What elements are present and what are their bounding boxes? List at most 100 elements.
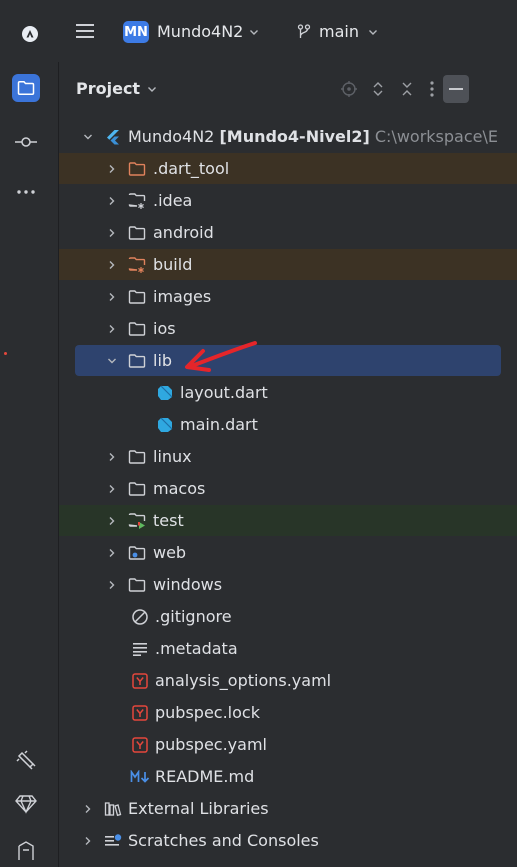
flutter-icon <box>104 128 122 146</box>
tree-item-label: Scratches and Consoles <box>128 831 319 850</box>
commit-icon <box>14 135 38 149</box>
collapse-all-icon[interactable] <box>397 79 417 99</box>
tree-item-pubspec-lock[interactable]: pubspec.lock <box>59 697 517 728</box>
tree-item-images[interactable]: images <box>59 281 517 312</box>
chevron-right-icon[interactable] <box>81 802 95 816</box>
gem-tool-button[interactable] <box>12 790 40 818</box>
tree-item-label: .metadata <box>155 639 238 658</box>
yaml-file-icon <box>131 704 149 722</box>
tree-item-idea[interactable]: .idea <box>59 185 517 216</box>
chevron-right-icon[interactable] <box>105 226 119 240</box>
chevron-right-icon[interactable] <box>105 450 119 464</box>
chevron-right-icon[interactable] <box>105 322 119 336</box>
folder-icon <box>128 224 146 242</box>
tree-item-web[interactable]: web <box>59 537 517 568</box>
tree-item-dart-tool[interactable]: .dart_tool <box>59 153 517 184</box>
tree-item-label: analysis_options.yaml <box>155 671 332 690</box>
commit-tool-button[interactable] <box>12 128 40 156</box>
branch-switcher[interactable]: main <box>297 22 379 41</box>
excluded-folder-icon <box>128 160 146 178</box>
config-folder-icon <box>128 192 146 210</box>
git-icon <box>15 840 37 860</box>
gem-icon <box>15 794 37 814</box>
tree-item-test[interactable]: test <box>59 505 517 536</box>
tree-item-external-libraries[interactable]: External Libraries <box>59 793 517 824</box>
chevron-right-icon[interactable] <box>105 162 119 176</box>
tree-item-label: android <box>153 223 214 242</box>
tree-item-macos[interactable]: macos <box>59 473 517 504</box>
project-switcher[interactable]: Mundo4N2 <box>157 22 260 41</box>
scratches-icon <box>104 832 122 850</box>
tree-item-label: .dart_tool <box>153 159 230 178</box>
app-logo-icon[interactable] <box>22 26 38 42</box>
view-selector[interactable]: Project <box>76 79 158 98</box>
tree-item-gitignore[interactable]: .gitignore <box>59 601 517 632</box>
tree-item-lib[interactable]: lib <box>75 341 501 376</box>
tree-item-label: main.dart <box>180 415 258 434</box>
folder-icon <box>128 576 146 594</box>
plugins-tool-button[interactable] <box>12 746 40 774</box>
yaml-file-icon <box>131 736 149 754</box>
chevron-right-icon[interactable] <box>105 194 119 208</box>
git-tool-button[interactable] <box>12 836 40 864</box>
title-bar: MN Mundo4N2 main <box>0 0 517 62</box>
chevron-right-icon[interactable] <box>105 482 119 496</box>
folder-icon <box>128 352 146 370</box>
root-name: Mundo4N2 <box>128 127 215 146</box>
tree-item-label: External Libraries <box>128 799 269 818</box>
branch-name: main <box>319 22 359 41</box>
tree-item-label: .gitignore <box>155 607 232 626</box>
project-badge[interactable]: MN <box>123 21 149 43</box>
chevron-down-icon <box>248 26 260 38</box>
excluded-config-folder-icon <box>128 256 146 274</box>
chevron-right-icon[interactable] <box>105 290 119 304</box>
folder-icon <box>128 448 146 466</box>
tree-item-label: images <box>153 287 212 306</box>
more-tool-windows-button[interactable] <box>12 178 40 206</box>
root-path: C:\workspace\E <box>374 127 498 146</box>
project-tool-window-button[interactable] <box>12 74 40 102</box>
options-menu-icon[interactable] <box>422 79 442 99</box>
tree-item-label: pubspec.yaml <box>155 735 267 754</box>
tree-item-layout-dart[interactable]: layout.dart <box>59 377 517 408</box>
chevron-right-icon[interactable] <box>105 578 119 592</box>
tree-item-scratches[interactable]: Scratches and Consoles <box>59 825 517 856</box>
tree-item-build[interactable]: build <box>59 249 517 280</box>
chevron-right-icon[interactable] <box>105 514 119 528</box>
tree-item-ios[interactable]: ios <box>59 313 517 344</box>
tree-item-label: README.md <box>155 767 255 786</box>
chevron-right-icon[interactable] <box>105 258 119 272</box>
tree-item-label: web <box>153 543 187 562</box>
tree-item-linux[interactable]: linux <box>59 441 517 472</box>
tree-item-metadata[interactable]: .metadata <box>59 633 517 664</box>
chevron-right-icon[interactable] <box>81 834 95 848</box>
hide-panel-icon[interactable] <box>443 75 469 103</box>
dart-file-icon <box>156 416 174 434</box>
chevron-down-icon[interactable] <box>81 130 95 144</box>
folder-icon <box>128 288 146 306</box>
chevron-down-icon <box>367 26 379 38</box>
plugin-icon <box>15 749 37 771</box>
tree-item-main-dart[interactable]: main.dart <box>59 409 517 440</box>
expand-all-icon[interactable] <box>368 79 388 99</box>
tree-item-analysis-options[interactable]: analysis_options.yaml <box>59 665 517 696</box>
tree-item-label: macos <box>153 479 206 498</box>
text-file-icon <box>131 640 149 658</box>
libraries-icon <box>104 800 122 818</box>
tree-item-label: linux <box>153 447 192 466</box>
tree-item-android[interactable]: android <box>59 217 517 248</box>
git-branch-icon <box>297 23 311 40</box>
tree-item-readme[interactable]: README.md <box>59 761 517 792</box>
test-folder-icon <box>128 512 146 530</box>
tree-item-pubspec-yaml[interactable]: pubspec.yaml <box>59 729 517 760</box>
more-horizontal-icon <box>16 189 36 195</box>
yaml-file-icon <box>131 672 149 690</box>
main-menu-icon[interactable] <box>75 22 95 40</box>
chevron-down-icon[interactable] <box>105 354 119 368</box>
chevron-right-icon[interactable] <box>105 546 119 560</box>
tree-root[interactable]: Mundo4N2 [Mundo4-Nivel2] C:\workspace\E <box>59 121 517 152</box>
locate-file-icon[interactable] <box>339 79 359 99</box>
tree-item-label: windows <box>153 575 223 594</box>
markdown-file-icon <box>129 768 155 786</box>
tree-item-windows[interactable]: windows <box>59 569 517 600</box>
